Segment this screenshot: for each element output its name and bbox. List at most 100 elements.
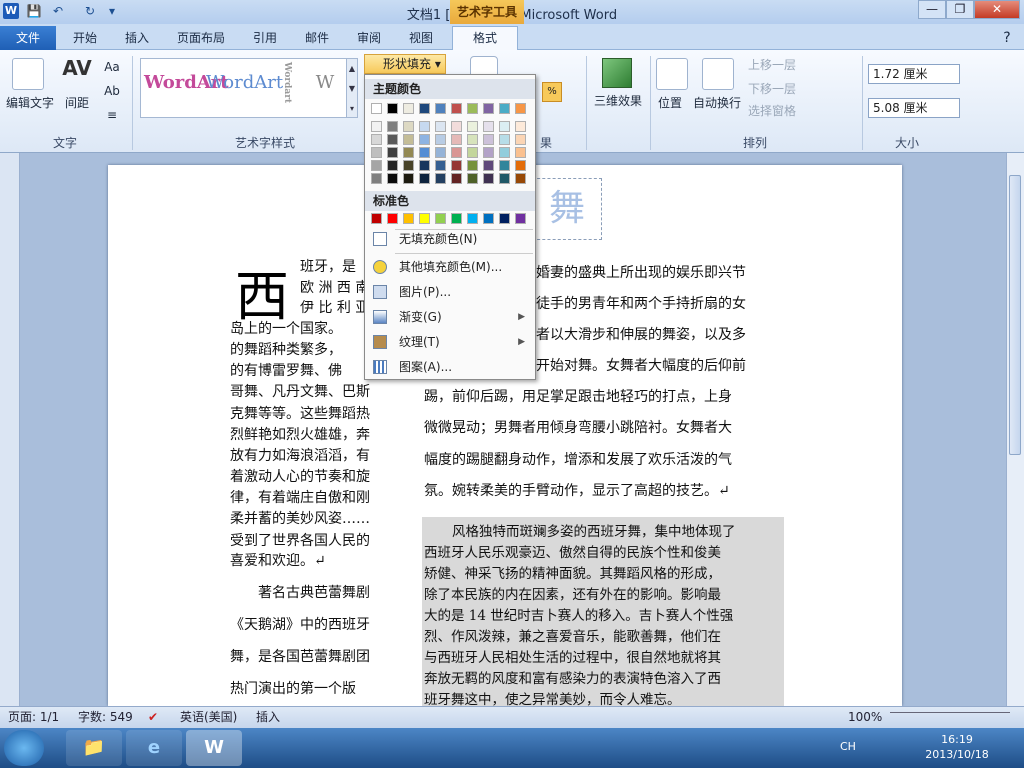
edit-text-icon[interactable]	[12, 58, 44, 90]
standard-color-swatch[interactable]	[435, 213, 446, 224]
theme-shade-swatch[interactable]	[419, 121, 430, 132]
gradient-fill-item[interactable]: 渐变(G) ▶	[365, 305, 535, 329]
shadow-effects-icon[interactable]: %	[542, 82, 562, 102]
theme-shade-swatch[interactable]	[467, 134, 478, 145]
more-colors-item[interactable]: 其他填充颜色(M)...	[365, 255, 535, 279]
tab-home[interactable]: 开始	[64, 27, 106, 50]
wordart-style-4[interactable]: W	[300, 60, 350, 106]
height-input[interactable]: 1.72 厘米	[868, 64, 960, 84]
theme-color-swatch[interactable]	[451, 103, 462, 114]
theme-shade-swatch[interactable]	[467, 173, 478, 184]
theme-shade-swatch[interactable]	[451, 160, 462, 171]
theme-color-swatch[interactable]	[419, 103, 430, 114]
theme-color-swatch[interactable]	[467, 103, 478, 114]
standard-color-swatch[interactable]	[419, 213, 430, 224]
theme-shade-swatch[interactable]	[371, 160, 382, 171]
language[interactable]: 英语(美国)	[180, 707, 237, 728]
theme-shade-swatch[interactable]	[403, 134, 414, 145]
close-button[interactable]: ✕	[974, 0, 1020, 19]
theme-color-swatch[interactable]	[371, 103, 382, 114]
theme-shade-swatch[interactable]	[515, 121, 526, 132]
width-input[interactable]: 5.08 厘米	[868, 98, 960, 118]
theme-shade-swatch[interactable]	[387, 134, 398, 145]
standard-color-swatch[interactable]	[515, 213, 526, 224]
restore-button[interactable]: ❐	[946, 0, 974, 19]
zoom-slider[interactable]	[890, 712, 1010, 722]
theme-shade-swatch[interactable]	[467, 147, 478, 158]
theme-shade-swatch[interactable]	[435, 160, 446, 171]
zoom-level[interactable]: 100%	[848, 707, 882, 728]
pattern-fill-item[interactable]: 图案(A)...	[365, 355, 535, 379]
theme-color-swatch[interactable]	[499, 103, 510, 114]
input-language[interactable]: CH	[840, 740, 856, 753]
theme-shade-swatch[interactable]	[371, 121, 382, 132]
theme-shade-swatch[interactable]	[371, 134, 382, 145]
shape-fill-button[interactable]: 形状填充 ▾	[364, 54, 446, 74]
theme-shade-swatch[interactable]	[387, 147, 398, 158]
theme-color-swatch[interactable]	[483, 103, 494, 114]
theme-shade-swatch[interactable]	[483, 121, 494, 132]
standard-color-swatch[interactable]	[403, 213, 414, 224]
standard-color-swatch[interactable]	[467, 213, 478, 224]
picture-fill-item[interactable]: 图片(P)...	[365, 280, 535, 304]
save-icon[interactable]: 💾	[26, 3, 42, 19]
theme-shade-swatch[interactable]	[403, 121, 414, 132]
theme-shade-swatch[interactable]	[371, 173, 382, 184]
theme-shade-swatch[interactable]	[515, 173, 526, 184]
theme-shade-swatch[interactable]	[499, 160, 510, 171]
theme-shade-swatch[interactable]	[515, 134, 526, 145]
theme-shade-swatch[interactable]	[387, 173, 398, 184]
theme-shade-swatch[interactable]	[451, 147, 462, 158]
minimize-button[interactable]: —	[918, 0, 946, 19]
standard-color-swatch[interactable]	[371, 213, 382, 224]
theme-shade-swatch[interactable]	[451, 121, 462, 132]
page-count[interactable]: 页面: 1/1	[8, 707, 59, 728]
proofing-icon[interactable]: ✔	[148, 707, 158, 728]
theme-shade-swatch[interactable]	[483, 173, 494, 184]
tab-references[interactable]: 引用	[244, 27, 286, 50]
even-height-button[interactable]: Aa	[100, 60, 124, 74]
undo-icon[interactable]: ↶	[50, 3, 66, 19]
send-backward-button[interactable]: 下移一层	[748, 80, 796, 97]
tab-review[interactable]: 审阅	[348, 27, 390, 50]
spacing-button[interactable]: 间距	[62, 94, 92, 111]
tab-page-layout[interactable]: 页面布局	[170, 27, 232, 50]
theme-shade-swatch[interactable]	[483, 134, 494, 145]
theme-color-swatch[interactable]	[387, 103, 398, 114]
edit-text-button[interactable]: 编辑文字	[4, 94, 56, 111]
wrap-text-icon[interactable]	[702, 58, 734, 90]
clock[interactable]: 16:19 2013/10/18	[924, 732, 990, 762]
theme-shade-swatch[interactable]	[419, 160, 430, 171]
theme-shade-swatch[interactable]	[483, 160, 494, 171]
vertical-text-button[interactable]: Ab	[100, 84, 124, 98]
theme-shade-swatch[interactable]	[435, 134, 446, 145]
align-text-button[interactable]: ≡	[100, 108, 124, 122]
standard-color-swatch[interactable]	[387, 213, 398, 224]
theme-color-swatch[interactable]	[515, 103, 526, 114]
theme-shade-swatch[interactable]	[467, 160, 478, 171]
word-count[interactable]: 字数: 549	[78, 707, 133, 728]
theme-shade-swatch[interactable]	[387, 121, 398, 132]
selection-pane-button[interactable]: 选择窗格	[748, 102, 796, 119]
tab-format[interactable]: 格式	[452, 26, 518, 50]
word-taskbar-icon[interactable]: W	[186, 730, 242, 766]
theme-shade-swatch[interactable]	[419, 134, 430, 145]
customize-qat-icon[interactable]: ▾	[104, 3, 120, 19]
theme-shade-swatch[interactable]	[515, 147, 526, 158]
tab-insert[interactable]: 插入	[116, 27, 158, 50]
redo-icon[interactable]: ↻	[82, 3, 98, 19]
theme-shade-swatch[interactable]	[435, 121, 446, 132]
tab-mailings[interactable]: 邮件	[296, 27, 338, 50]
tab-view[interactable]: 视图	[400, 27, 442, 50]
theme-shade-swatch[interactable]	[403, 173, 414, 184]
help-icon[interactable]: ?	[994, 27, 1020, 50]
theme-shade-swatch[interactable]	[499, 121, 510, 132]
theme-color-swatch[interactable]	[403, 103, 414, 114]
theme-shade-swatch[interactable]	[499, 173, 510, 184]
gallery-scroll-icon[interactable]: ▲ ▼ ▾	[346, 58, 358, 118]
theme-shade-swatch[interactable]	[403, 160, 414, 171]
theme-color-swatch[interactable]	[435, 103, 446, 114]
position-icon[interactable]	[656, 58, 688, 90]
standard-color-swatch[interactable]	[483, 213, 494, 224]
theme-shade-swatch[interactable]	[419, 173, 430, 184]
